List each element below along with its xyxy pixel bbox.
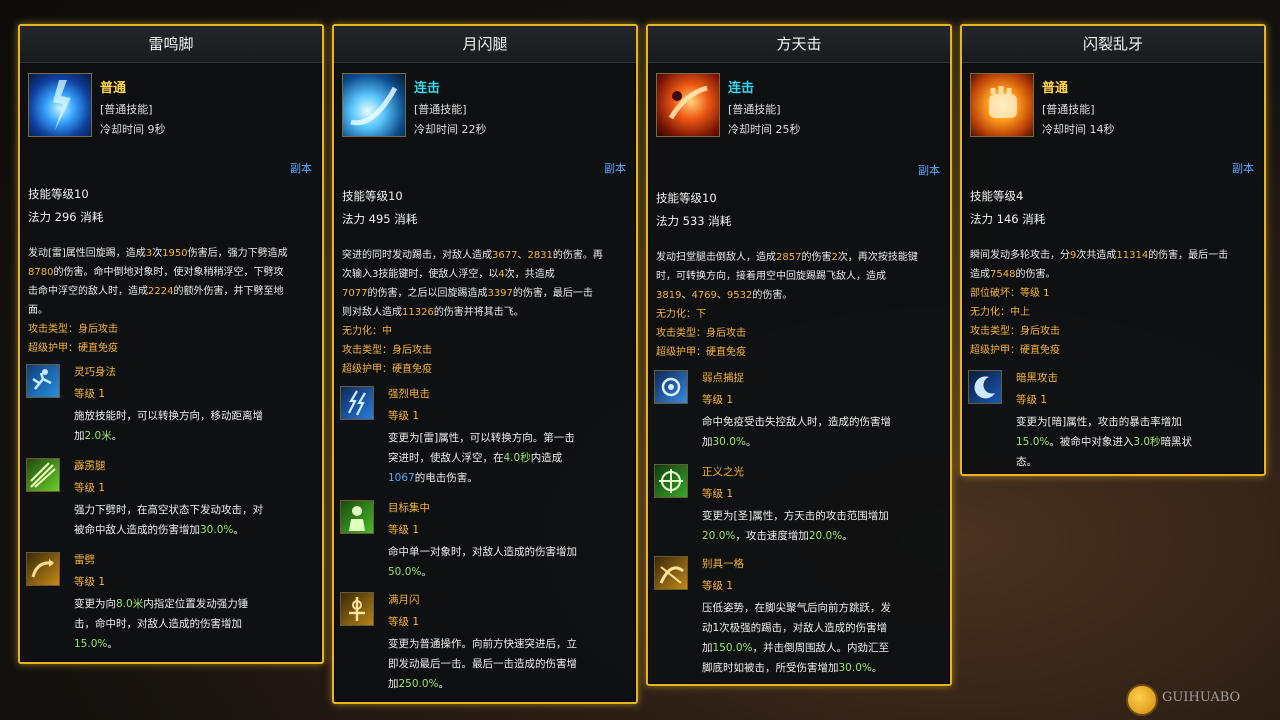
rune-description: 变更为[暗]属性，攻击的暴击率增加 15.0%。被命中对象进入3.0秒暗黑状 态。 — [1016, 416, 1193, 468]
rune-level: 等级 1 — [702, 580, 734, 592]
skill-description: 突进的同时发动踢击，对敌人造成3677、2831的伤害。再 次输入3技能键时，使敌… — [342, 250, 603, 375]
skill-description: 瞬间发动多轮攻击，分9次共造成11314的伤害，最后一击 造成7548的伤害。 部位… — [970, 250, 1229, 356]
skill-description: 发动扫堂腿击倒敌人，造成2857的伤害2次，再次按技能键 时，可转换方向，接着用空… — [656, 252, 918, 358]
unique-style-icon — [654, 556, 688, 590]
dash-icon — [26, 364, 60, 398]
mana-cost: 法力 296 消耗 — [28, 210, 104, 224]
rune-name: 霹雳腿 — [74, 460, 106, 472]
full-moon-icon — [340, 592, 374, 626]
rune-level: 等级 1 — [74, 576, 106, 588]
dungeon-tag[interactable]: 副本 — [1232, 160, 1254, 176]
skill-rank: 普通 — [1042, 81, 1069, 96]
rune-description: 变更为[雷]属性，可以转换方向。第一击 突进时，使敌人浮空，在4.0秒内造成 106… — [388, 432, 575, 484]
skill-card-moon-flash-kick: 月闪腿 连击 [普通技能] 冷却时间 22秒 副本 技能等级10 法力 495 … — [332, 24, 638, 704]
skill-rank: 连击 — [728, 81, 755, 96]
weakness-icon — [654, 370, 688, 404]
target-focus-icon — [340, 500, 374, 534]
rune-description: 变更为普通操作。向前方快速突进后，立 即发动最后一击。最后一击造成的伤害增 加250… — [388, 638, 577, 690]
rune-level: 等级 1 — [388, 616, 420, 628]
rune-level: 等级 1 — [702, 394, 734, 406]
rune-item[interactable]: 目标集中 等级 1 命中单一对象时，对敌人造成的伤害增加 50.0%。 — [340, 500, 630, 580]
rune-item[interactable]: 正义之光 等级 1 变更为[圣]属性，方天击的攻击范围增加 20.0%，攻击速度增… — [654, 464, 944, 544]
rune-item[interactable]: 弱点捕捉 等级 1 命中免疫受击失控敌人时，造成的伤害增 加30.0%。 — [654, 370, 944, 450]
rune-item[interactable]: 强烈电击 等级 1 变更为[雷]属性，可以转换方向。第一击 突进时，使敌人浮空，在… — [340, 386, 630, 486]
skill-card-flash-fang: 闪裂乱牙 普通 [普通技能] 冷却时间 14秒 副本 技能等级4 法力 146 … — [960, 24, 1266, 476]
rune-item[interactable]: 雷劈 等级 1 变更为向8.0米内指定位置发动强力锤 击，命中时，对敌人造成的伤害… — [26, 552, 316, 652]
site-logo-icon — [1126, 684, 1158, 716]
watermark: GUIHUABO — [1162, 690, 1241, 705]
card-title: 方天击 — [648, 26, 950, 63]
skill-rank: 普通 — [100, 81, 127, 96]
rune-level: 等级 1 — [74, 388, 106, 400]
card-title: 雷鸣脚 — [20, 26, 322, 63]
rune-level: 等级 1 — [702, 488, 734, 500]
dungeon-tag[interactable]: 副本 — [918, 162, 940, 178]
thunder-leg-icon — [26, 458, 60, 492]
rune-name: 强烈电击 — [388, 388, 430, 400]
rune-description: 压低姿势，在脚尖聚气后向前方跳跃，发 动1次极强的踢击，对敌人造成的伤害增 加150… — [702, 602, 891, 674]
cooldown: 冷却时间 14秒 — [1042, 123, 1115, 136]
rune-name: 别具一格 — [702, 558, 744, 570]
fist-icon — [970, 73, 1034, 137]
rune-description: 命中单一对象时，对敌人造成的伤害增加 50.0%。 — [388, 546, 577, 578]
rune-description: 施放技能时，可以转换方向，移动距离增 加2.0米。 — [74, 410, 263, 442]
dungeon-tag[interactable]: 副本 — [290, 160, 312, 176]
skill-rank: 连击 — [414, 81, 441, 96]
mana-cost: 法力 146 消耗 — [970, 212, 1046, 226]
rune-name: 目标集中 — [388, 502, 430, 514]
rune-item[interactable]: 灵巧身法 等级 1 施放技能时，可以转换方向，移动距离增 加2.0米。 — [26, 364, 316, 444]
skill-level: 技能等级10 — [656, 191, 717, 205]
rune-name: 弱点捕捉 — [702, 372, 744, 384]
cooldown: 冷却时间 22秒 — [414, 123, 487, 136]
dark-moon-icon — [968, 370, 1002, 404]
strong-shock-icon — [340, 386, 374, 420]
card-title: 闪裂乱牙 — [962, 26, 1264, 63]
rune-description: 命中免疫受击失控敌人时，造成的伤害增 加30.0%。 — [702, 416, 891, 448]
sky-strike-icon — [656, 73, 720, 137]
lightning-kick-icon — [28, 73, 92, 137]
rune-item[interactable]: 霹雳腿 等级 1 强力下劈时，在高空状态下发动攻击，对 被命中敌人造成的伤害增加3… — [26, 458, 316, 538]
skill-type: [普通技能] — [1042, 103, 1095, 116]
rune-name: 正义之光 — [702, 466, 744, 478]
skill-type: [普通技能] — [728, 103, 781, 116]
rune-description: 变更为向8.0米内指定位置发动强力锤 击，命中时，对敌人造成的伤害增加 15.0%。 — [74, 598, 249, 650]
rune-description: 变更为[圣]属性，方天击的攻击范围增加 20.0%，攻击速度增加20.0%。 — [702, 510, 889, 542]
rune-item[interactable]: 暗黑攻击 等级 1 变更为[暗]属性，攻击的暴击率增加 15.0%。被命中对象进入… — [968, 370, 1258, 470]
rune-name: 灵巧身法 — [74, 366, 116, 378]
rune-level: 等级 1 — [388, 410, 420, 422]
rune-level: 等级 1 — [388, 524, 420, 536]
dungeon-tag[interactable]: 副本 — [604, 160, 626, 176]
rune-level: 等级 1 — [1016, 394, 1048, 406]
cooldown: 冷却时间 9秒 — [100, 123, 166, 136]
mana-cost: 法力 495 消耗 — [342, 212, 418, 226]
skill-level: 技能等级10 — [342, 189, 403, 203]
skill-type: [普通技能] — [100, 103, 153, 116]
skill-card-sky-strike: 方天击 连击 [普通技能] 冷却时间 25秒 副本 技能等级10 法力 533 … — [646, 24, 952, 686]
mana-cost: 法力 533 消耗 — [656, 214, 732, 228]
rune-name: 雷劈 — [74, 554, 95, 566]
rune-item[interactable]: 满月闪 等级 1 变更为普通操作。向前方快速突进后，立 即发动最后一击。最后一击造… — [340, 592, 630, 692]
rune-description: 强力下劈时，在高空状态下发动攻击，对 被命中敌人造成的伤害增加30.0%。 — [74, 504, 263, 536]
skill-description: 发动[雷]属性回旋踢，造成3次1950伤害后，强力下劈造成 8780的伤害。命中倒… — [28, 248, 288, 354]
rune-level: 等级 1 — [74, 482, 106, 494]
rune-name: 暗黑攻击 — [1016, 372, 1058, 384]
holy-light-icon — [654, 464, 688, 498]
skill-level: 技能等级4 — [970, 189, 1024, 203]
thunder-strike-icon — [26, 552, 60, 586]
card-title: 月闪腿 — [334, 26, 636, 63]
rune-item[interactable]: 别具一格 等级 1 压低姿势，在脚尖聚气后向前方跳跃，发 动1次极强的踢击，对敌人… — [654, 556, 944, 676]
cooldown: 冷却时间 25秒 — [728, 123, 801, 136]
skill-level: 技能等级10 — [28, 187, 89, 201]
skill-card-thunder-kick: 雷鸣脚 普通 [普通技能] 冷却时间 9秒 副本 技能等级10 法力 296 消… — [18, 24, 324, 664]
moon-flash-kick-icon — [342, 73, 406, 137]
skill-type: [普通技能] — [414, 103, 467, 116]
rune-name: 满月闪 — [388, 594, 420, 606]
